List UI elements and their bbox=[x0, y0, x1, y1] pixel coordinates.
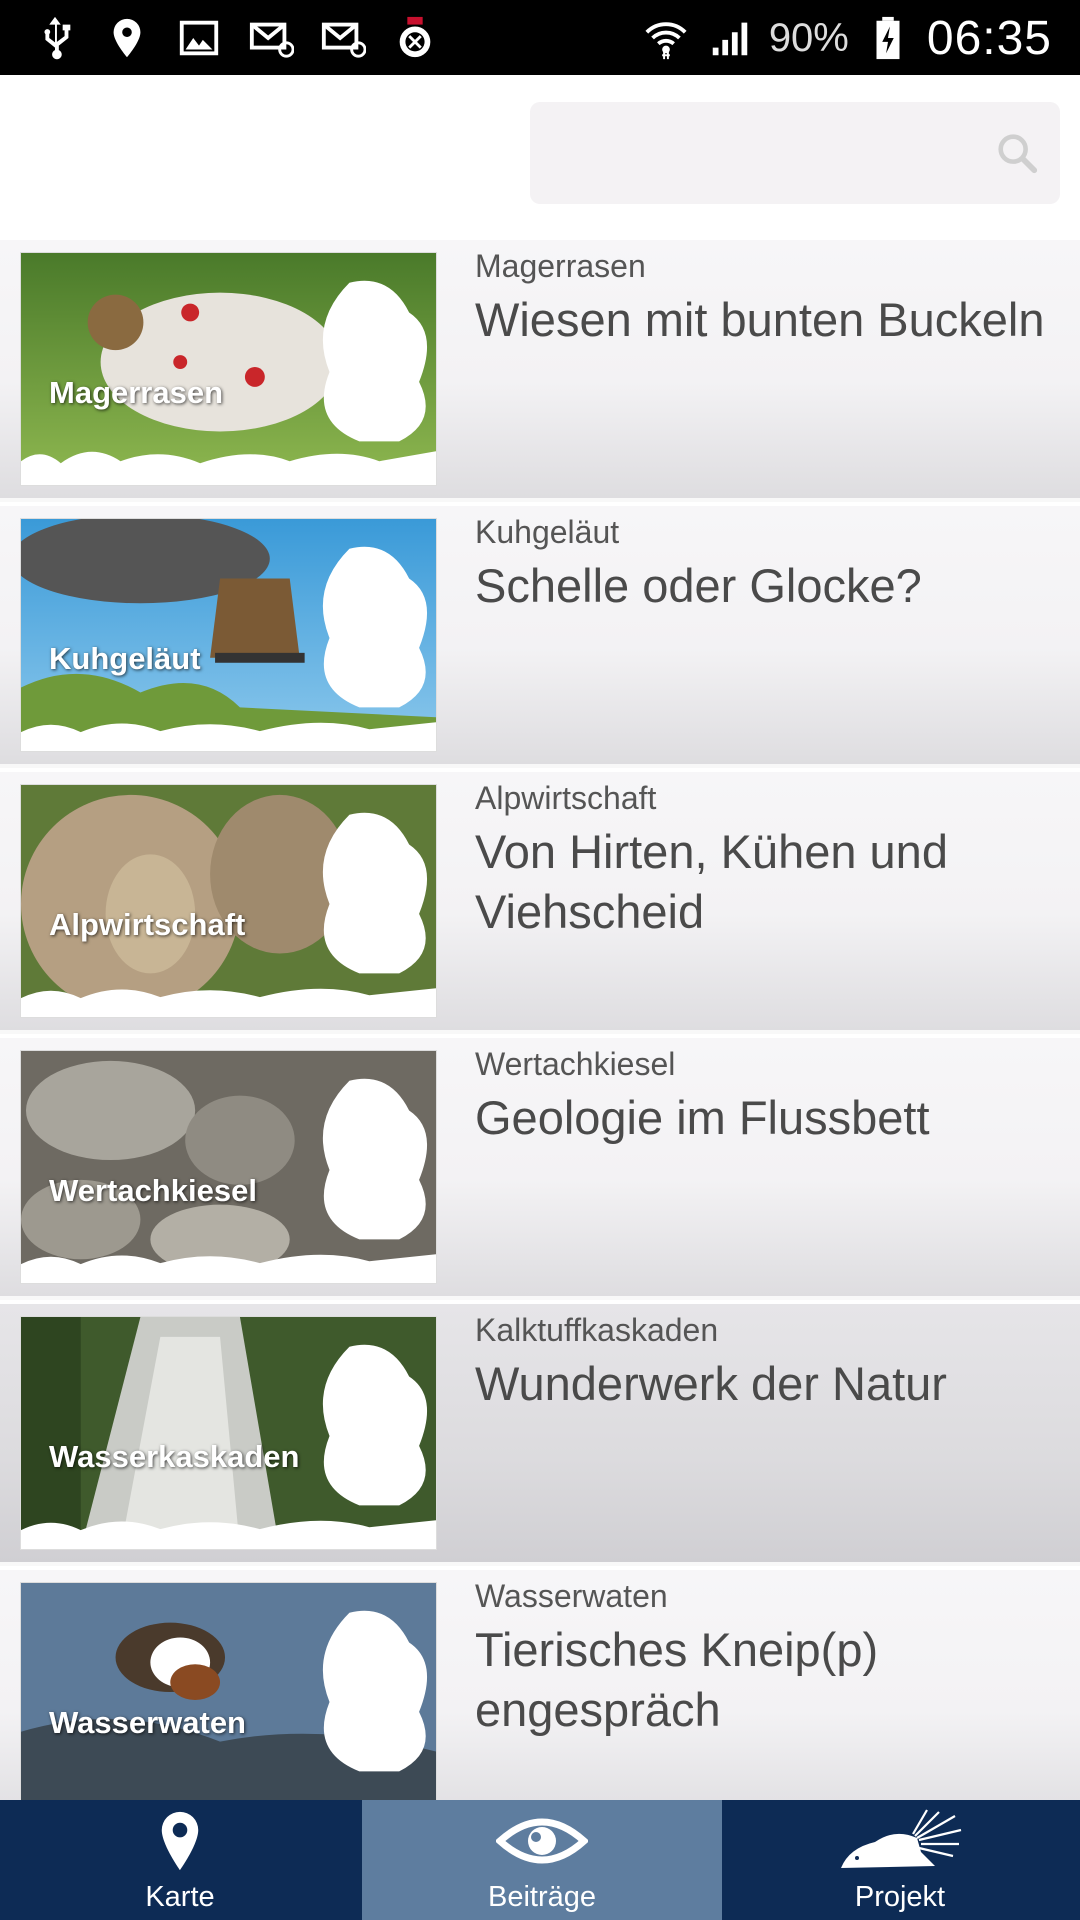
article-thumbnail: Kuhgeläut bbox=[20, 518, 437, 752]
article-category: Alpwirtschaft bbox=[475, 780, 657, 816]
article-thumbnail: Wertachkiesel bbox=[20, 1050, 437, 1284]
list-item[interactable]: Wertachkiesel Wertachkiesel Geologie im … bbox=[0, 1038, 1080, 1300]
nav-label: Projekt bbox=[854, 1881, 946, 1913]
thumbnail-label: Wertachkiesel bbox=[49, 1173, 257, 1208]
nav-karte[interactable]: Karte bbox=[0, 1800, 360, 1920]
map-pin-icon bbox=[0, 1808, 360, 1874]
list-item[interactable]: Alpwirtschaft Alpwirtschaft Von Hirten, … bbox=[0, 772, 1080, 1034]
signal-icon bbox=[705, 13, 755, 63]
nav-beitraege[interactable]: Beiträge bbox=[362, 1800, 722, 1920]
search-icon[interactable] bbox=[994, 130, 1040, 176]
image-icon bbox=[174, 13, 224, 63]
article-thumbnail: Alpwirtschaft bbox=[20, 784, 437, 1018]
list-item[interactable]: Wasserkaskaden Kalktuffkaskaden Wunderwe… bbox=[0, 1304, 1080, 1566]
email-icon bbox=[318, 13, 368, 63]
search-input[interactable] bbox=[530, 102, 1060, 204]
nav-projekt[interactable]: Projekt bbox=[720, 1800, 1080, 1920]
article-title: Geologie im Flussbett bbox=[475, 1091, 930, 1144]
article-title: Wunderwerk der Natur bbox=[475, 1357, 947, 1410]
location-pin-icon bbox=[102, 13, 152, 63]
battery-charging-icon bbox=[863, 13, 913, 63]
article-thumbnail: Wasserkaskaden bbox=[20, 1316, 437, 1550]
thumbnail-label: Wasserwaten bbox=[49, 1705, 246, 1740]
battery-percent: 90% bbox=[768, 15, 849, 60]
thumbnail-label: Alpwirtschaft bbox=[49, 907, 246, 942]
list-item[interactable]: Kuhgeläut Kuhgeläut Schelle oder Glocke? bbox=[0, 506, 1080, 768]
article-category: Kalktuffkaskaden bbox=[475, 1312, 719, 1348]
article-category: Magerrasen bbox=[475, 248, 646, 284]
article-title: Schelle oder Glocke? bbox=[475, 559, 922, 612]
article-category: Kuhgeläut bbox=[475, 514, 620, 550]
thumbnail-label: Kuhgeläut bbox=[49, 641, 201, 676]
hedgehog-icon bbox=[720, 1808, 1080, 1874]
thumbnail-label: Wasserkaskaden bbox=[49, 1439, 300, 1474]
notification-icons bbox=[30, 10, 440, 66]
article-thumbnail: Magerrasen bbox=[20, 252, 437, 486]
article-list: Magerrasen Magerrasen Wiesen mit bunten … bbox=[0, 240, 1080, 1800]
eye-icon bbox=[362, 1808, 722, 1874]
article-category: Wasserwaten bbox=[475, 1578, 668, 1614]
article-title: Tierisches Kneip(p) engespräch bbox=[475, 1623, 879, 1736]
clock: 06:35 bbox=[926, 11, 1052, 65]
article-title: Von Hirten, Kühen und Viehscheid bbox=[475, 825, 948, 938]
email-icon bbox=[246, 13, 296, 63]
thumbnail-label: Magerrasen bbox=[49, 375, 224, 410]
article-thumbnail: Wasserwaten bbox=[20, 1582, 437, 1800]
article-category: Wertachkiesel bbox=[475, 1046, 676, 1082]
bottom-navigation: Karte Beiträge Projekt bbox=[0, 1800, 1080, 1920]
marvel-app-icon bbox=[390, 13, 440, 63]
header bbox=[0, 75, 1080, 240]
wifi-icon bbox=[641, 13, 691, 63]
list-item[interactable]: Wasserwaten Wasserwaten Tierisches Kneip… bbox=[0, 1570, 1080, 1800]
article-title: Wiesen mit bunten Buckeln bbox=[475, 293, 1045, 346]
usb-icon bbox=[30, 13, 80, 63]
nav-label: Beiträge bbox=[487, 1881, 596, 1913]
status-bar: 90% 06:35 bbox=[0, 0, 1080, 75]
nav-label: Karte bbox=[145, 1881, 215, 1913]
system-icons: 90% 06:35 bbox=[641, 8, 1052, 68]
list-item[interactable]: Magerrasen Magerrasen Wiesen mit bunten … bbox=[0, 240, 1080, 502]
